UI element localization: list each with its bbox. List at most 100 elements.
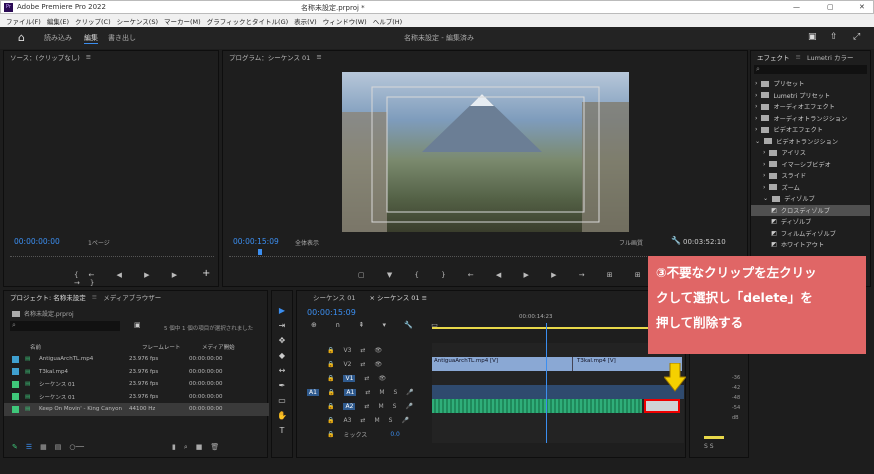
freeform-icon[interactable]: ▤ bbox=[55, 443, 62, 452]
tab-project[interactable]: プロジェクト: 名称未設定 bbox=[10, 292, 86, 302]
effects-item[interactable]: ◩ ホワイトアウト bbox=[751, 239, 870, 251]
clip-icon: ▤ bbox=[25, 368, 31, 375]
quality-select[interactable]: フル画質 bbox=[619, 238, 643, 247]
track-select-icon[interactable]: ⇥ bbox=[276, 319, 288, 331]
quick-export-icon[interactable]: ▣ bbox=[808, 32, 817, 42]
track-v2[interactable]: 🔒 V2 ⇄ 👁 bbox=[297, 357, 431, 371]
selection-tool-icon[interactable]: ▶ bbox=[276, 304, 288, 316]
col-start[interactable]: メディア開始 bbox=[202, 343, 235, 351]
effects-item[interactable]: › ビデオエフェクト bbox=[751, 124, 870, 136]
track-a1[interactable]: A1 🔒 A1 ⇄ M S 🎤 bbox=[297, 385, 431, 399]
chevron-icon: ⌄ bbox=[755, 137, 761, 145]
tab-export[interactable]: 書き出し bbox=[108, 33, 136, 43]
menu-sequence[interactable]: シーケンス(S) bbox=[117, 16, 158, 26]
zoom-slider[interactable]: ○── bbox=[69, 443, 84, 452]
tab-sequence-a[interactable]: シーケンス 01 bbox=[313, 292, 356, 302]
timeline-playhead bbox=[546, 323, 547, 443]
search-icon[interactable]: ⌕ bbox=[184, 443, 188, 452]
wrench-icon[interactable]: 🔧 bbox=[671, 236, 681, 245]
rectangle-tool-icon[interactable]: ▭ bbox=[276, 394, 288, 406]
selected-audio-clip[interactable] bbox=[644, 399, 680, 413]
effects-item-label: スライド bbox=[781, 173, 807, 181]
share-icon[interactable]: ⇧ bbox=[830, 32, 838, 42]
effects-item[interactable]: › アイリス bbox=[751, 147, 870, 159]
audio-clip-a2[interactable] bbox=[432, 399, 642, 413]
add-icon[interactable]: + bbox=[202, 268, 210, 279]
tab-media-browser[interactable]: メディアブラウザー bbox=[103, 292, 161, 302]
source-menu-icon[interactable]: ≡ bbox=[86, 53, 91, 61]
tab-edit[interactable]: 編集 bbox=[84, 33, 98, 44]
effects-item-label: ズーム bbox=[781, 184, 800, 192]
effects-item[interactable]: › プリセット bbox=[751, 78, 870, 90]
pencil-icon[interactable]: ✎ bbox=[12, 443, 18, 452]
tab-lumetri[interactable]: Lumetri カラー bbox=[807, 52, 854, 62]
fit-select[interactable]: 全体表示 bbox=[295, 238, 319, 247]
pen-tool-icon[interactable]: ✒ bbox=[276, 379, 288, 391]
tab-sequence-b[interactable]: × シーケンス 01 ≡ bbox=[370, 292, 428, 302]
track-a3[interactable]: 🔒 A3 ⇄ M S 🎤 bbox=[297, 413, 431, 427]
slip-tool-icon[interactable]: ↔ bbox=[276, 364, 288, 376]
effects-item[interactable]: ⌄ ディゾルブ bbox=[751, 193, 870, 205]
effects-item[interactable]: › オーディオトランジション bbox=[751, 113, 870, 125]
close-button[interactable]: ✕ bbox=[859, 3, 865, 11]
source-transport[interactable]: {← ◀ ▶ ▶ →} bbox=[74, 271, 218, 287]
track-v3[interactable]: 🔒 V3 ⇄ 👁 bbox=[297, 343, 431, 357]
row-start: 00:00:00:00 bbox=[189, 381, 223, 388]
project-row[interactable]: ▤ Keep On Movin' - King Canyon 44100 Hz 00:… bbox=[4, 403, 269, 416]
new-item-icon[interactable]: ■ bbox=[196, 443, 203, 452]
effects-item[interactable]: › スライド bbox=[751, 170, 870, 182]
solo-buttons[interactable]: S S bbox=[704, 443, 714, 450]
program-menu-icon[interactable]: ≡ bbox=[316, 53, 321, 61]
row-name: シーケンス 01 bbox=[39, 382, 75, 389]
col-fps[interactable]: フレームレート bbox=[142, 343, 202, 351]
project-file: 名称未設定.prproj bbox=[12, 309, 74, 318]
menu-window[interactable]: ウィンドウ(W) bbox=[323, 16, 367, 26]
maximize-button[interactable]: ▢ bbox=[827, 3, 834, 11]
col-name[interactable]: 名前 bbox=[30, 343, 142, 351]
type-tool-icon[interactable]: T bbox=[276, 424, 288, 436]
bin-icon[interactable]: ▮ bbox=[172, 443, 176, 452]
effects-item[interactable]: › イマーシブビデオ bbox=[751, 159, 870, 171]
fullscreen-icon[interactable]: ⤢ bbox=[853, 32, 860, 42]
effects-item[interactable]: ◩ フィルムディゾルブ bbox=[751, 228, 870, 240]
effects-item[interactable]: ⌄ ビデオトランジション bbox=[751, 136, 870, 148]
project-row[interactable]: ▤ シーケンス 01 23.976 fps 00:00:00:00 bbox=[4, 378, 269, 391]
list-view-icon[interactable]: ☰ bbox=[26, 443, 32, 452]
menu-view[interactable]: 表示(V) bbox=[294, 16, 317, 26]
minimize-button[interactable]: — bbox=[793, 3, 800, 11]
effects-item[interactable]: › オーディオエフェクト bbox=[751, 101, 870, 113]
menu-file[interactable]: ファイル(F) bbox=[6, 16, 41, 26]
menu-help[interactable]: ヘルプ(H) bbox=[373, 16, 402, 26]
trash-icon[interactable]: 🗑 bbox=[210, 443, 219, 452]
tab-import[interactable]: 読み込み bbox=[44, 33, 72, 43]
home-icon[interactable]: ⌂ bbox=[18, 31, 25, 44]
hand-tool-icon[interactable]: ✋ bbox=[276, 409, 288, 421]
menu-edit[interactable]: 編集(E) bbox=[47, 16, 69, 26]
effects-item[interactable]: › ズーム bbox=[751, 182, 870, 194]
row-start: 00:00:00:00 bbox=[189, 393, 223, 400]
project-panel: プロジェクト: 名称未設定 ≡ メディアブラウザー 名称未設定.prproj ⌕ ▣… bbox=[3, 290, 269, 458]
menu-marker[interactable]: マーカー(M) bbox=[164, 16, 201, 26]
menu-clip[interactable]: クリップ(C) bbox=[75, 16, 111, 26]
effects-item[interactable]: › Lumetri プリセット bbox=[751, 90, 870, 102]
project-row[interactable]: ▤ シーケンス 01 23.976 fps 00:00:00:00 bbox=[4, 391, 269, 404]
project-row[interactable]: ▤ T3kal.mp4 23.976 fps 00:00:00:00 bbox=[4, 366, 269, 379]
effects-item[interactable]: ◩ ディゾルブ bbox=[751, 216, 870, 228]
track-v1[interactable]: 🔒 V1 ⇄ 👁 bbox=[297, 371, 431, 385]
effects-search-input[interactable]: ⌕ bbox=[754, 65, 867, 74]
timeline-toolbar[interactable]: ⊕ ∩ ⇞ ▾ 🔧 ▭ bbox=[311, 321, 446, 329]
track-a2[interactable]: 🔒 A2 ⇄ M S 🎤 bbox=[297, 399, 431, 413]
preset-icon: ◩ bbox=[771, 218, 777, 226]
razor-tool-icon[interactable]: ◆ bbox=[276, 349, 288, 361]
ripple-edit-icon[interactable]: ✥ bbox=[276, 334, 288, 346]
new-bin-icon[interactable]: ▣ bbox=[134, 321, 141, 329]
label-swatch bbox=[12, 393, 19, 401]
project-search-input[interactable]: ⌕ bbox=[10, 321, 120, 331]
tab-effects[interactable]: エフェクト bbox=[757, 52, 790, 62]
project-row[interactable]: ▤ AntiguaArchTL.mp4 23.976 fps 00:00:00:00 bbox=[4, 353, 269, 366]
source-zoom-select[interactable]: 1ページ bbox=[88, 238, 110, 247]
effects-item[interactable]: ◩ クロスディゾルブ bbox=[751, 204, 870, 216]
mix-track: 🔒 ミックス 0.0 bbox=[327, 430, 400, 439]
menu-graphics[interactable]: グラフィックとタイトル(G) bbox=[207, 16, 288, 26]
icon-view-icon[interactable]: ▦ bbox=[40, 443, 47, 452]
